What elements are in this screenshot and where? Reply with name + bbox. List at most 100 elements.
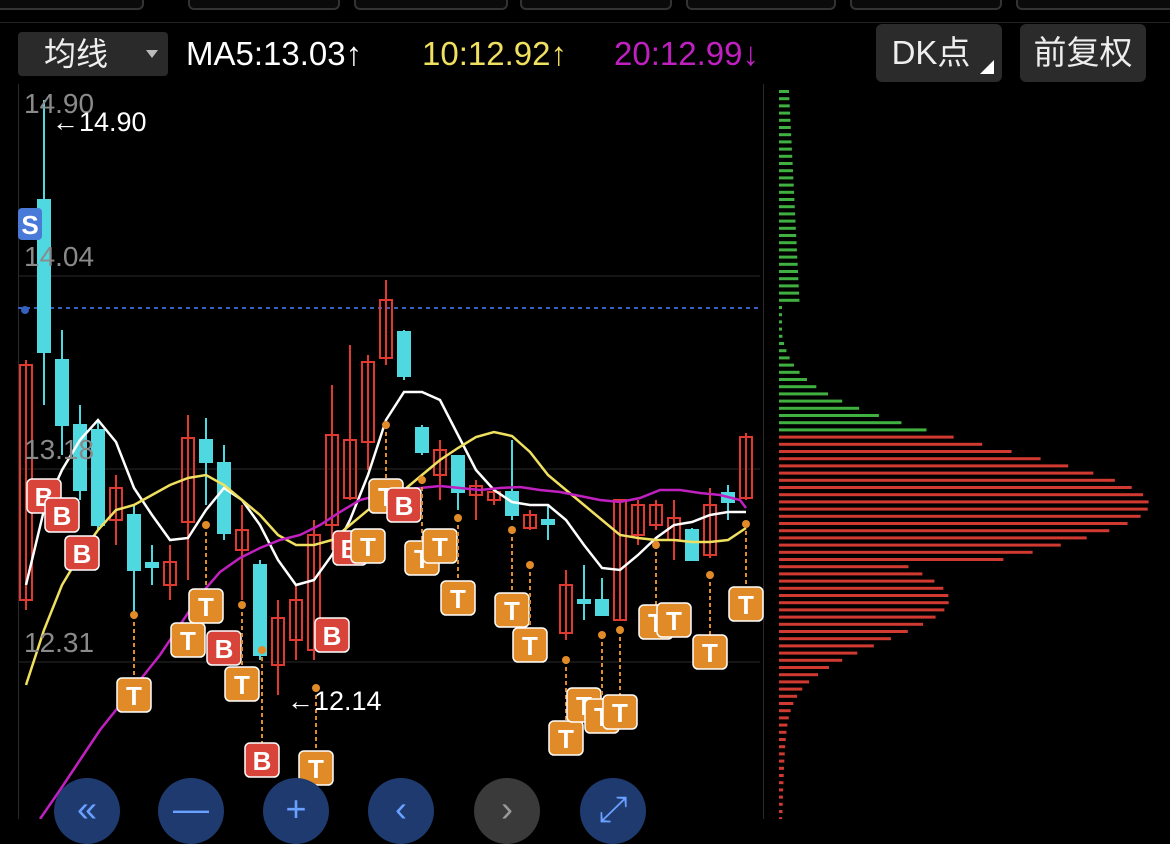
signal-dot (130, 611, 138, 619)
volume-profile-bar (779, 550, 1033, 554)
sell-marker-letter: T (612, 698, 628, 728)
signal-dot (562, 656, 570, 664)
volume-profile-bar (779, 140, 792, 144)
volume-profile-bar (779, 594, 949, 597)
volume-profile-bar (779, 514, 1141, 518)
sell-marker-letter: T (702, 638, 718, 668)
sell-marker-letter: T (432, 532, 448, 562)
sell-marker-letter: T (234, 670, 250, 700)
volume-profile-bar (779, 687, 803, 691)
volume-profile-bar (779, 378, 807, 381)
chart-navigation: « — + ‹ › ⤢ (0, 778, 760, 844)
volume-profile-bar (779, 363, 794, 367)
volume-profile-bar (779, 615, 936, 619)
candle-body (577, 599, 591, 604)
trade-markers: BBBTTTBTB TBB TT BT TT TTTT T TT TTT (26, 421, 764, 786)
volume-profile-bar (779, 255, 798, 259)
jump-first-button[interactable]: « (54, 778, 120, 844)
price-label-upper: 14.04 (24, 241, 94, 272)
volume-profile-bar (779, 752, 785, 756)
sell-marker-letter: T (504, 596, 520, 626)
volume-profile-bar (779, 320, 782, 324)
volume-profile-bar (779, 198, 795, 201)
volume-profile-bar (779, 716, 789, 720)
sell-marker-letter: T (738, 590, 754, 620)
volume-profile-bar (779, 658, 843, 662)
minus-icon: — (173, 788, 209, 829)
signal-dot (258, 646, 266, 654)
volume-profile-bar (779, 471, 1094, 475)
volume-profile-bar (779, 399, 843, 403)
volume-profile-bar (779, 111, 791, 115)
volume-profile-bar (779, 766, 785, 770)
volume-profile-bar (779, 190, 795, 194)
volume-profile (779, 90, 1149, 819)
volume-profile-bar (779, 601, 949, 605)
sell-marker-letter: T (198, 592, 214, 622)
sell-marker-letter: T (558, 724, 574, 754)
volume-profile-bar (779, 673, 818, 677)
candle-body (415, 427, 429, 453)
volume-profile-bar (779, 694, 798, 698)
volume-profile-bar (779, 435, 954, 439)
signal-dot (418, 476, 426, 484)
sell-marker-letter: T (450, 584, 466, 614)
volume-profile-bar (779, 126, 791, 129)
zoom-in-button[interactable]: + (263, 778, 329, 844)
chevron-left-icon: ‹ (395, 788, 407, 829)
signal-dot (706, 571, 714, 579)
volume-profile-bar (779, 414, 879, 417)
volume-profile-bar (779, 306, 782, 309)
volume-profile-bar (779, 104, 790, 108)
expand-icon: ⤢ (598, 788, 628, 829)
double-chevron-left-icon: « (76, 788, 98, 829)
volume-profile-bar (779, 97, 790, 101)
volume-profile-bar (779, 802, 783, 806)
next-button[interactable]: › (474, 778, 540, 844)
volume-profile-bar (779, 262, 798, 266)
signal-dot (616, 626, 624, 634)
candle-body (199, 439, 213, 463)
volume-profile-bar (779, 219, 796, 223)
buy-marker-letter: B (53, 501, 72, 531)
volume-profile-bar (779, 608, 945, 612)
volume-profile-bar (779, 169, 793, 173)
volume-profile-bar (779, 450, 1012, 453)
volume-profile-bar (779, 680, 810, 684)
volume-profile-bar (779, 226, 796, 230)
signal-dot (202, 521, 210, 529)
kline-chart[interactable]: BBBTTTBTB TBB TT BT TT TTTT T TT TTT 14.90 14.04… (0, 0, 1170, 819)
volume-profile-bar (779, 478, 1115, 482)
volume-profile-bar (779, 572, 923, 576)
volume-profile-bar (779, 457, 1041, 461)
volume-profile-bar (779, 637, 892, 641)
buy-marker-letter: B (395, 491, 414, 521)
volume-profile-bar (779, 234, 797, 237)
volume-profile-bar (779, 558, 1004, 561)
volume-profile-bar (779, 291, 800, 295)
sell-marker-letter: T (180, 626, 196, 656)
volume-profile-bar (779, 342, 785, 345)
zoom-out-button[interactable]: — (158, 778, 224, 844)
volume-profile-bar (779, 774, 784, 777)
volume-profile-bar (779, 147, 792, 151)
signal-dot (238, 601, 246, 609)
volume-profile-bar (779, 270, 798, 273)
volume-profile-bar (779, 788, 784, 792)
volume-profile-bar (779, 493, 1144, 497)
volume-profile-bar (779, 759, 785, 763)
volume-profile-bar (779, 565, 909, 569)
fullscreen-button[interactable]: ⤢ (580, 778, 646, 844)
buy-marker-letter: B (73, 539, 92, 569)
candle-body (397, 331, 411, 377)
volume-profile-bar (779, 464, 1069, 468)
candle-body (685, 529, 699, 561)
volume-profile-bar (779, 529, 1110, 533)
signal-dot (382, 421, 390, 429)
signal-dot (526, 561, 534, 569)
volume-profile-bar (779, 212, 796, 216)
previous-button[interactable]: ‹ (368, 778, 434, 844)
price-label-middle: 13.18 (24, 434, 94, 465)
plus-icon: + (285, 788, 307, 829)
volume-profile-bar (779, 298, 800, 302)
